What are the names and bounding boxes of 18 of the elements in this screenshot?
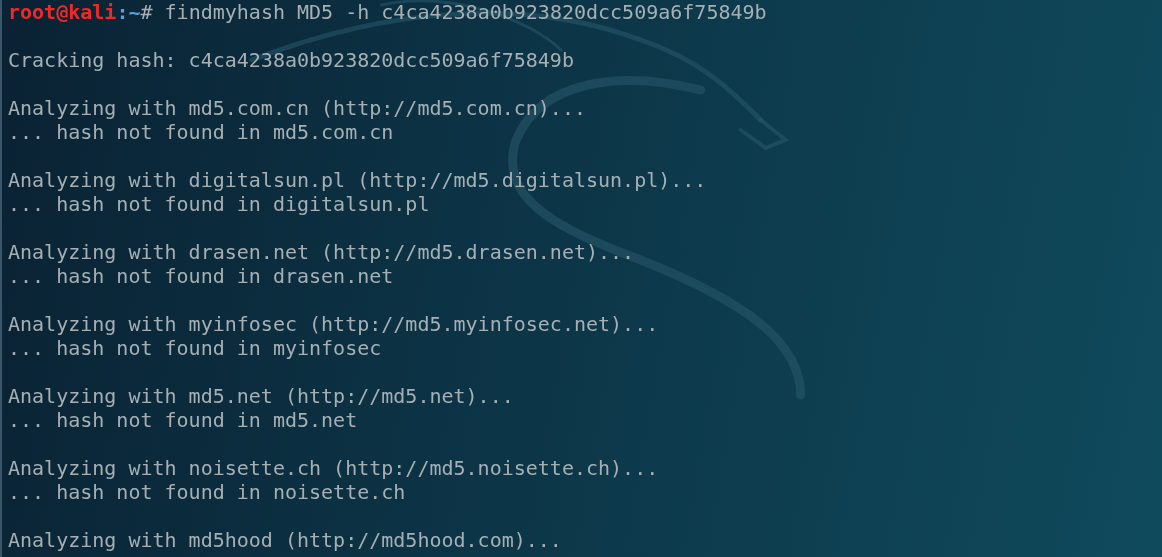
output-line: Analyzing with noisette.ch (http://md5.noisette.ch)... <box>8 456 659 480</box>
output-line: ... hash not found in md5.net <box>8 408 358 432</box>
output-line: Analyzing with md5.com.cn (http://md5.com.cn)... <box>8 96 586 120</box>
prompt-symbol: # <box>140 0 153 24</box>
output-line: Analyzing with myinfosec (http://md5.myinfosec.net)... <box>8 312 659 336</box>
prompt-path: :~ <box>116 0 141 24</box>
output-line: Analyzing with drasen.net (http://md5.drasen.net)... <box>8 240 635 264</box>
output-line: ... hash not found in drasen.net <box>8 264 394 288</box>
output-line: Analyzing with md5hood (http://md5hood.com)... <box>8 528 562 552</box>
output-line: ... hash not found in myinfosec <box>8 336 382 360</box>
output-line: Analyzing with md5.net (http://md5.net)... <box>8 384 514 408</box>
output-line: Cracking hash: c4ca4238a0b923820dcc509a6f75849b <box>8 48 574 72</box>
output-line: ... hash not found in digitalsun.pl <box>8 192 430 216</box>
output-line: ... hash not found in md5.com.cn <box>8 120 394 144</box>
output-line: ... hash not found in noisette.ch <box>8 480 406 504</box>
command-text: findmyhash MD5 -h c4ca4238a0b923820dcc509a6f75849b <box>164 0 767 24</box>
output-line: Analyzing with digitalsun.pl (http://md5.digitalsun.pl)... <box>8 168 707 192</box>
prompt-user-host: root@kali <box>8 0 117 24</box>
